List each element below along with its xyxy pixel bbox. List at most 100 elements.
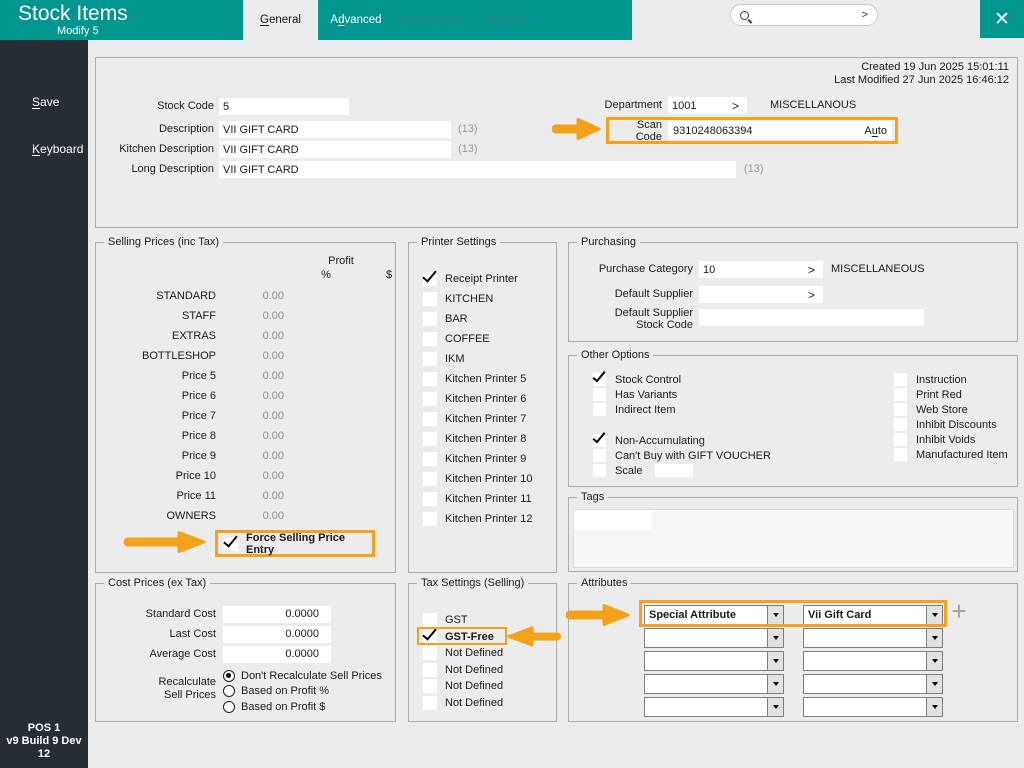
- option-checkbox[interactable]: [593, 434, 606, 447]
- dropdown-arrow-icon[interactable]: [767, 629, 783, 647]
- printer-checkbox[interactable]: [423, 352, 437, 366]
- printer-checkbox[interactable]: [423, 452, 437, 466]
- printer-checkbox[interactable]: [423, 372, 437, 386]
- tax-checkbox[interactable]: [423, 663, 437, 677]
- dropdown-arrow-icon[interactable]: [926, 698, 942, 716]
- dropdown-arrow-icon[interactable]: [767, 652, 783, 670]
- printer-checkbox[interactable]: [423, 472, 437, 486]
- cost-field[interactable]: 0.0000: [223, 606, 331, 623]
- price-value[interactable]: 0.00: [216, 330, 284, 342]
- department-field[interactable]: 1001 >: [668, 97, 747, 114]
- option-checkbox[interactable]: [593, 373, 606, 386]
- dropdown-arrow-icon[interactable]: [926, 652, 942, 670]
- stock-code-field[interactable]: 5: [219, 98, 349, 115]
- price-value[interactable]: 0.00: [216, 410, 284, 422]
- supplier-stock-code-field[interactable]: [699, 309, 924, 326]
- default-supplier-field[interactable]: >: [699, 286, 823, 303]
- price-value[interactable]: 0.00: [216, 510, 284, 522]
- option-checkbox[interactable]: [593, 388, 606, 401]
- add-attribute-button[interactable]: +: [948, 598, 970, 624]
- option-checkbox[interactable]: [894, 388, 907, 401]
- cost-row: Last Cost 0.0000: [96, 624, 395, 644]
- printer-checkbox[interactable]: [423, 492, 437, 506]
- recalculate-radio[interactable]: [223, 670, 235, 682]
- printer-checkbox[interactable]: [423, 512, 437, 526]
- cost-prices-title: Cost Prices (ex Tax): [104, 577, 210, 589]
- stock-code-value: 5: [223, 101, 229, 113]
- recalculate-radio[interactable]: [223, 701, 235, 713]
- printer-checkbox[interactable]: [423, 432, 437, 446]
- printer-checkbox[interactable]: [423, 292, 437, 306]
- recalculate-radio[interactable]: [223, 685, 235, 697]
- station-name: POS 1: [0, 722, 88, 735]
- printer-checkbox[interactable]: [423, 272, 437, 286]
- dropdown-arrow-icon[interactable]: [926, 629, 942, 647]
- scan-code-field[interactable]: 9310248063394 Auto: [668, 121, 892, 140]
- attribute-value-dropdown[interactable]: [803, 628, 943, 648]
- save-button[interactable]: Save: [32, 95, 59, 109]
- dropdown-arrow-icon[interactable]: [767, 698, 783, 716]
- printer-checkbox[interactable]: [423, 312, 437, 326]
- attribute-name-dropdown[interactable]: [644, 628, 784, 648]
- cost-field[interactable]: 0.0000: [223, 646, 331, 663]
- option-checkbox[interactable]: [593, 449, 606, 462]
- option-checkbox[interactable]: [894, 418, 907, 431]
- tab-advanced[interactable]: Advanced: [318, 0, 394, 40]
- price-value[interactable]: 0.00: [216, 350, 284, 362]
- price-value[interactable]: 0.00: [216, 490, 284, 502]
- kitchen-description-field[interactable]: VII GIFT CARD: [219, 141, 451, 158]
- attribute-value-dropdown[interactable]: [803, 674, 943, 694]
- option-checkbox[interactable]: [894, 403, 907, 416]
- printer-checkbox[interactable]: [423, 392, 437, 406]
- search-go-icon[interactable]: >: [862, 9, 868, 21]
- dropdown-arrow-icon[interactable]: [926, 675, 942, 693]
- price-value[interactable]: 0.00: [216, 290, 284, 302]
- attribute-name-dropdown[interactable]: [644, 697, 784, 717]
- default-supplier-lookup-icon[interactable]: >: [808, 288, 819, 302]
- option-checkbox[interactable]: [894, 373, 907, 386]
- department-lookup-icon[interactable]: >: [732, 99, 743, 113]
- price-value[interactable]: 0.00: [216, 310, 284, 322]
- tax-checkbox[interactable]: [423, 646, 437, 660]
- kitchen-description-label: Kitchen Description: [96, 143, 214, 155]
- purchase-category-lookup-icon[interactable]: >: [808, 263, 819, 277]
- scale-field[interactable]: [655, 464, 693, 477]
- attribute-value-dropdown[interactable]: [803, 697, 943, 717]
- audit-info: Created 19 Jun 2025 15:01:11 Last Modifi…: [834, 61, 1009, 87]
- printer-row: Kitchen Printer 12: [409, 509, 556, 529]
- option-checkbox[interactable]: [593, 403, 606, 416]
- cost-field[interactable]: 0.0000: [223, 626, 331, 643]
- description-field[interactable]: VII GIFT CARD: [219, 121, 451, 138]
- annotation-box-attributes: [639, 600, 947, 627]
- option-checkbox[interactable]: [894, 448, 907, 461]
- price-value[interactable]: 0.00: [216, 450, 284, 462]
- printer-checkbox[interactable]: [423, 412, 437, 426]
- tag-input[interactable]: [574, 510, 652, 530]
- search-input[interactable]: [754, 9, 862, 21]
- keyboard-button[interactable]: Keyboard: [32, 142, 83, 156]
- attributes-arrow-icon: [566, 603, 632, 627]
- tax-checkbox[interactable]: [423, 696, 437, 710]
- force-selling-checkbox[interactable]: [224, 537, 238, 551]
- printer-checkbox[interactable]: [423, 332, 437, 346]
- selling-price-row: Price 8 0.00: [96, 426, 395, 446]
- attribute-value-dropdown[interactable]: [803, 651, 943, 671]
- printer-row: Kitchen Printer 8: [409, 429, 556, 449]
- option-checkbox[interactable]: [894, 433, 907, 446]
- attribute-name-dropdown[interactable]: [644, 651, 784, 671]
- tab-general[interactable]: General: [243, 0, 318, 40]
- price-value[interactable]: 0.00: [216, 430, 284, 442]
- tax-checkbox[interactable]: [423, 679, 437, 693]
- attribute-name-dropdown[interactable]: [644, 674, 784, 694]
- long-description-field[interactable]: VII GIFT CARD: [219, 161, 736, 178]
- search-box[interactable]: >: [730, 4, 878, 26]
- close-button[interactable]: ✕: [980, 0, 1024, 38]
- tags-area[interactable]: [573, 509, 1014, 568]
- price-value[interactable]: 0.00: [216, 470, 284, 482]
- price-value[interactable]: 0.00: [216, 390, 284, 402]
- purchase-category-field[interactable]: 10 >: [699, 261, 823, 278]
- price-value[interactable]: 0.00: [216, 370, 284, 382]
- option-checkbox[interactable]: [593, 464, 606, 477]
- dropdown-arrow-icon[interactable]: [767, 675, 783, 693]
- auto-button[interactable]: Auto: [864, 125, 887, 137]
